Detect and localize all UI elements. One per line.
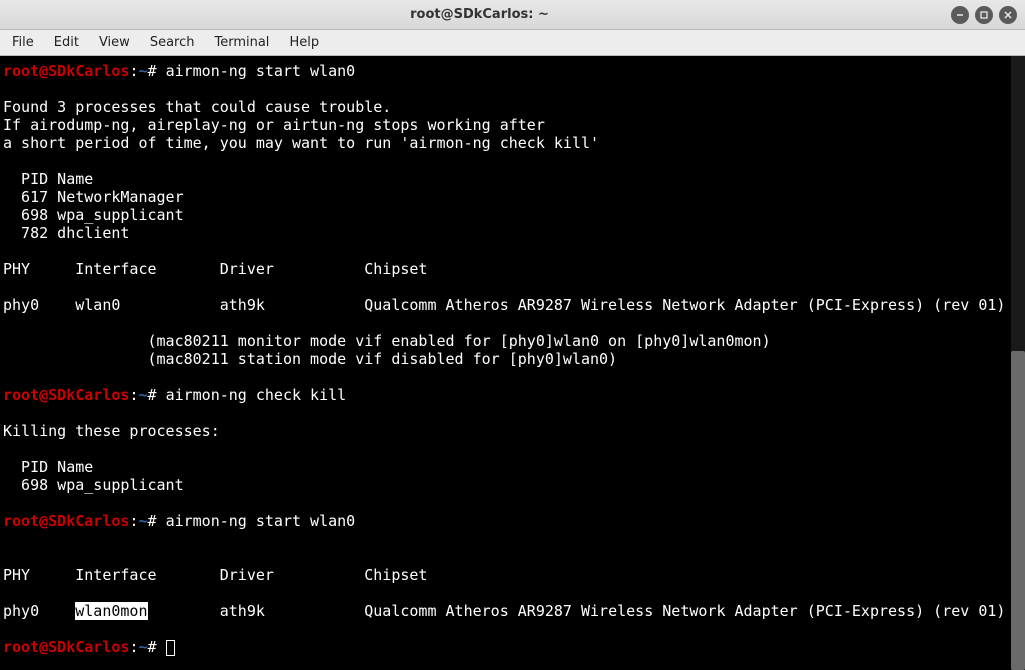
titlebar: root@SDkCarlos: ~	[0, 0, 1025, 30]
prompt-user: root@SDkCarlos	[3, 512, 129, 530]
out1-table-head: PHY Interface Driver Chipset	[3, 260, 427, 278]
out1-proc-row: 698 wpa_supplicant	[3, 206, 184, 224]
menu-help[interactable]: Help	[279, 31, 329, 54]
out3-row-pre: phy0	[3, 602, 75, 620]
out3-table-head: PHY Interface Driver Chipset	[3, 566, 427, 584]
prompt-sep2: #	[148, 386, 157, 404]
window-controls	[951, 6, 1017, 24]
scrollbar[interactable]	[1011, 56, 1025, 670]
menu-terminal[interactable]: Terminal	[204, 31, 279, 54]
out2-line1: Killing these processes:	[3, 422, 220, 440]
terminal-output[interactable]: root@SDkCarlos:~# airmon-ng start wlan0 …	[0, 56, 1011, 670]
prompt-sep2: #	[148, 638, 157, 656]
prompt-path: ~	[138, 62, 147, 80]
close-button[interactable]	[999, 6, 1017, 24]
maximize-button[interactable]	[975, 6, 993, 24]
command-3: airmon-ng start wlan0	[166, 512, 356, 530]
out1-mode-line: (mac80211 monitor mode vif enabled for […	[3, 332, 771, 350]
out1-line2: If airodump-ng, aireplay-ng or airtun-ng…	[3, 116, 545, 134]
prompt-sep2: #	[148, 512, 157, 530]
terminal-area: root@SDkCarlos:~# airmon-ng start wlan0 …	[0, 56, 1025, 670]
prompt-user: root@SDkCarlos	[3, 62, 129, 80]
menu-edit[interactable]: Edit	[44, 31, 89, 54]
menubar: File Edit View Search Terminal Help	[0, 30, 1025, 56]
out1-line3: a short period of time, you may want to …	[3, 134, 599, 152]
out1-proc-row: 617 NetworkManager	[3, 188, 184, 206]
out3-row-post: ath9k Qualcomm Atheros AR9287 Wireless N…	[148, 602, 1006, 620]
cursor	[166, 640, 175, 656]
prompt-path: ~	[138, 512, 147, 530]
out2-proc-header: PID Name	[3, 458, 93, 476]
prompt-path: ~	[138, 386, 147, 404]
out1-proc-row: 782 dhclient	[3, 224, 129, 242]
prompt-user: root@SDkCarlos	[3, 386, 129, 404]
out2-proc-row: 698 wpa_supplicant	[3, 476, 184, 494]
out1-proc-header: PID Name	[3, 170, 93, 188]
scrollbar-thumb[interactable]	[1011, 351, 1025, 670]
out3-iface-highlight: wlan0mon	[75, 602, 147, 620]
out1-line1: Found 3 processes that could cause troub…	[3, 98, 391, 116]
prompt-user: root@SDkCarlos	[3, 638, 129, 656]
out1-mode-line: (mac80211 station mode vif disabled for …	[3, 350, 617, 368]
command-1: airmon-ng start wlan0	[166, 62, 356, 80]
prompt-sep2: #	[148, 62, 157, 80]
minimize-button[interactable]	[951, 6, 969, 24]
prompt-path: ~	[138, 638, 147, 656]
menu-file[interactable]: File	[2, 31, 44, 54]
out1-table-row: phy0 wlan0 ath9k Qualcomm Atheros AR9287…	[3, 296, 1005, 314]
window-title: root@SDkCarlos: ~	[8, 7, 951, 22]
menu-view[interactable]: View	[89, 31, 140, 54]
menu-search[interactable]: Search	[140, 31, 205, 54]
command-2: airmon-ng check kill	[166, 386, 347, 404]
